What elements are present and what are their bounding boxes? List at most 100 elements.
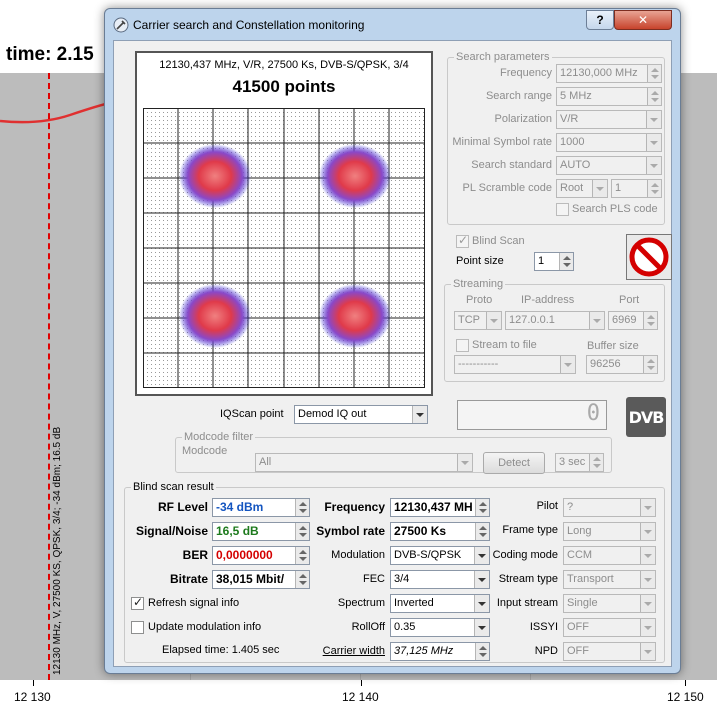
- polarization-select[interactable]: V/R: [556, 110, 662, 129]
- npd-label: NPD: [534, 645, 558, 657]
- input-stream-label: Input stream: [496, 597, 558, 609]
- chevron-down-icon[interactable]: [646, 134, 661, 151]
- ber-label: BER: [182, 548, 208, 562]
- detect-time-spin-icon[interactable]: [589, 454, 603, 471]
- refresh-signal-info-label: Refresh signal info: [148, 597, 240, 609]
- buffer-size-value: 96256: [590, 358, 621, 370]
- pl-scramble-label: PL Scramble code: [462, 182, 552, 194]
- chevron-down-icon[interactable]: [640, 619, 655, 636]
- pls-spin-icon[interactable]: [647, 180, 661, 197]
- chevron-down-icon[interactable]: [474, 619, 489, 636]
- pilot-select[interactable]: ?: [563, 498, 656, 517]
- port-spin-icon[interactable]: [643, 312, 657, 329]
- spectrum-curve: [0, 101, 110, 124]
- frequency-spin-icon[interactable]: [647, 65, 661, 82]
- search-pls-label: Search PLS code: [572, 203, 658, 215]
- spectrum-select[interactable]: Inverted: [390, 594, 490, 613]
- modcode-label: Modcode: [182, 445, 228, 457]
- carrier-search-dialog: Carrier search and Constellation monitor…: [104, 8, 681, 674]
- buffer-size-field[interactable]: 96256: [586, 355, 658, 374]
- refresh-signal-info-checkbox[interactable]: [131, 595, 144, 610]
- issyi-value: OFF: [567, 621, 589, 633]
- symbol-rate-field: 27500 Ks: [390, 522, 490, 541]
- rf-level-label: RF Level: [157, 500, 208, 514]
- chevron-down-icon[interactable]: [640, 643, 655, 660]
- min-symbol-rate-select[interactable]: 1000: [556, 133, 662, 152]
- result-frequency-field: 12130,437 MH: [390, 498, 490, 517]
- npd-value: OFF: [567, 645, 589, 657]
- constellation-points-count: 41500 points: [232, 77, 336, 96]
- chevron-down-icon[interactable]: [474, 547, 489, 564]
- help-button[interactable]: ?: [586, 10, 614, 30]
- close-button[interactable]: ✕: [614, 10, 672, 30]
- chevron-down-icon[interactable]: [412, 406, 427, 423]
- iq-scan-point-select[interactable]: Demod IQ out: [294, 405, 428, 424]
- detect-time-field[interactable]: 3 sec: [555, 453, 604, 472]
- chevron-down-icon[interactable]: [640, 595, 655, 612]
- modcode-select[interactable]: All: [255, 453, 473, 472]
- signal-noise-value: 16,5 dB: [216, 524, 259, 538]
- search-standard-select[interactable]: AUTO: [556, 156, 662, 175]
- result-frequency-value: 12130,437 MH: [394, 500, 473, 514]
- carrier-width-label[interactable]: Carrier width: [310, 645, 385, 657]
- stream-type-select[interactable]: Transport: [563, 570, 656, 589]
- fec-select[interactable]: 3/4: [390, 570, 490, 589]
- modcode-value: All: [259, 456, 272, 468]
- modcode-filter-title: Modcode filter: [182, 431, 256, 443]
- rolloff-select[interactable]: 0.35: [390, 618, 490, 637]
- search-pls-checkbox[interactable]: [556, 203, 569, 216]
- chevron-down-icon[interactable]: [646, 157, 661, 174]
- detect-button[interactable]: Detect: [483, 452, 545, 474]
- stream-to-file-label: Stream to file: [472, 339, 537, 351]
- chevron-down-icon[interactable]: [640, 547, 655, 564]
- chevron-down-icon[interactable]: [457, 454, 472, 471]
- frame-type-select[interactable]: Long: [563, 522, 656, 541]
- search-frequency-field[interactable]: 12130,000 MHz: [556, 64, 662, 83]
- search-range-field[interactable]: 5 MHz: [556, 87, 662, 106]
- blind-scan-checkbox[interactable]: [456, 233, 469, 248]
- frequency-label: Frequency: [500, 67, 552, 79]
- pl-scramble-code-field[interactable]: 1: [611, 179, 662, 198]
- carrier-marker-label: 12130 MHz, V, 27500 KS, QPSK, 3/4; -34 d…: [52, 426, 63, 675]
- axis-tick-label: 12 150: [667, 690, 704, 704]
- chevron-down-icon[interactable]: [592, 180, 607, 197]
- constellation-panel: 12130,437 MHz, V/R, 27500 Ks, DVB-S/QPSK…: [135, 51, 433, 396]
- pl-scramble-code-value: 1: [615, 182, 622, 194]
- ip-address-select[interactable]: 127.0.0.1: [505, 311, 605, 330]
- spectrum-label: Spectrum: [337, 597, 385, 609]
- title-bar[interactable]: Carrier search and Constellation monitor…: [105, 9, 680, 39]
- npd-select[interactable]: OFF: [563, 642, 656, 661]
- point-size-spin-icon[interactable]: [559, 253, 573, 270]
- stream-file-select[interactable]: -----------: [454, 355, 576, 374]
- stream-to-file-checkbox[interactable]: [456, 339, 469, 352]
- port-field[interactable]: 6969: [608, 311, 658, 330]
- coding-mode-select[interactable]: CCM: [563, 546, 656, 565]
- chevron-down-icon[interactable]: [640, 523, 655, 540]
- chevron-down-icon[interactable]: [646, 111, 661, 128]
- buffer-spin-icon[interactable]: [643, 356, 657, 373]
- carrier-marker[interactable]: [48, 73, 50, 680]
- chevron-down-icon[interactable]: [640, 499, 655, 516]
- point-size-field[interactable]: 1: [534, 252, 574, 271]
- buffer-size-label: Buffer size: [587, 340, 639, 352]
- modulation-value: DVB-S/QPSK: [394, 549, 462, 561]
- modulation-select[interactable]: DVB-S/QPSK: [390, 546, 490, 565]
- issyi-select[interactable]: OFF: [563, 618, 656, 637]
- constellation-plot[interactable]: [143, 108, 425, 388]
- range-spin-icon[interactable]: [647, 88, 661, 105]
- carrier-width-value: 37,125 MHz: [394, 645, 454, 657]
- ip-address-label: IP-address: [521, 294, 575, 306]
- chevron-down-icon[interactable]: [640, 571, 655, 588]
- bitrate-value: 38,015 Mbit/: [216, 572, 285, 586]
- update-modulation-info-checkbox[interactable]: [131, 621, 144, 634]
- chevron-down-icon[interactable]: [474, 571, 489, 588]
- chevron-down-icon[interactable]: [589, 312, 604, 329]
- chevron-down-icon[interactable]: [560, 356, 575, 373]
- pl-scramble-mode-select[interactable]: Root: [556, 179, 608, 198]
- input-stream-select[interactable]: Single: [563, 594, 656, 613]
- dialog-client-area: 12130,437 MHz, V/R, 27500 Ks, DVB-S/QPSK…: [113, 40, 672, 667]
- chevron-down-icon[interactable]: [474, 595, 489, 612]
- stop-button[interactable]: [626, 234, 672, 280]
- proto-select[interactable]: TCP: [454, 311, 502, 330]
- chevron-down-icon[interactable]: [486, 312, 501, 329]
